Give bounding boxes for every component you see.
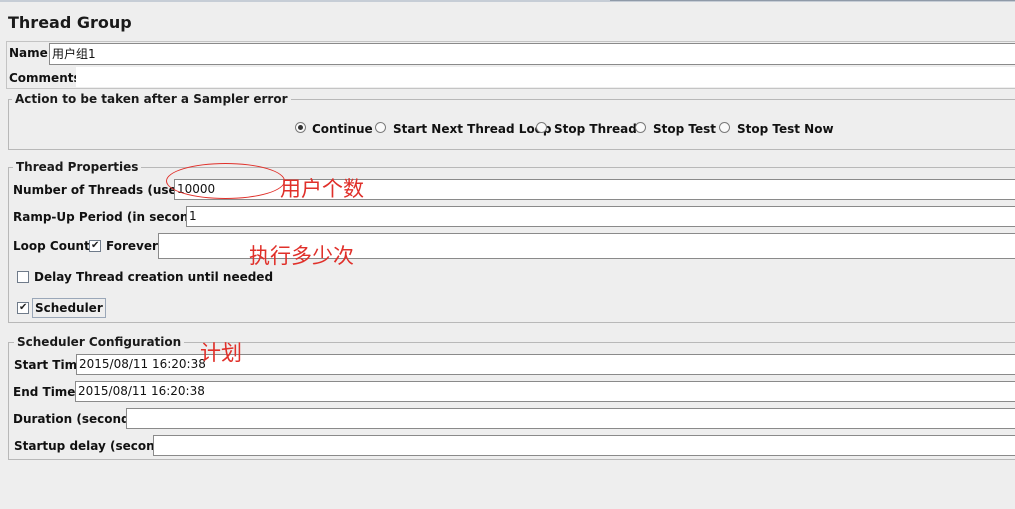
page-title: Thread Group bbox=[8, 13, 132, 32]
scheduler-label[interactable]: Scheduler bbox=[32, 298, 106, 318]
radio-stop-thread[interactable] bbox=[536, 122, 547, 136]
window-top-border-right bbox=[610, 0, 1015, 1]
rampup-field[interactable]: 1 bbox=[186, 206, 1015, 227]
scheduler-checkbox-indicator[interactable] bbox=[17, 302, 29, 314]
end-time-label: End Time bbox=[13, 385, 76, 399]
delay-thread-checkbox[interactable] bbox=[17, 271, 29, 286]
delay-thread-label[interactable]: Delay Thread creation until needed bbox=[34, 270, 273, 284]
radio-stop-test-indicator[interactable] bbox=[635, 122, 646, 133]
duration-label: Duration (seconds) bbox=[13, 412, 143, 426]
radio-start-next-thread-loop-indicator[interactable] bbox=[375, 122, 386, 133]
loop-count-label: Loop Count: bbox=[13, 239, 95, 253]
radio-continue[interactable] bbox=[295, 122, 306, 136]
rampup-label: Ramp-Up Period (in seconds): bbox=[13, 210, 215, 224]
radio-start-next-thread-loop[interactable] bbox=[375, 122, 386, 136]
end-time-field[interactable]: 2015/08/11 16:20:38 bbox=[75, 381, 1015, 402]
comments-label: Comments: bbox=[9, 71, 86, 85]
radio-continue-label[interactable]: Continue bbox=[312, 122, 373, 136]
annotation-plan: 计划 bbox=[200, 341, 242, 365]
radio-start-next-thread-loop-label[interactable]: Start Next Thread Loop bbox=[393, 122, 552, 136]
sampler-error-title: Action to be taken after a Sampler error bbox=[12, 92, 291, 106]
name-field[interactable]: 用户组1 bbox=[49, 43, 1015, 65]
radio-stop-test-now[interactable] bbox=[719, 122, 730, 136]
thread-properties-title: Thread Properties bbox=[13, 160, 142, 174]
radio-stop-thread-label[interactable]: Stop Thread bbox=[554, 122, 637, 136]
annotation-loops: 执行多少次 bbox=[249, 244, 354, 268]
startup-delay-label: Startup delay (seconds) bbox=[14, 439, 176, 453]
radio-stop-test-label[interactable]: Stop Test bbox=[653, 122, 716, 136]
delay-thread-checkbox-indicator[interactable] bbox=[17, 271, 29, 283]
scheduler-config-title: Scheduler Configuration bbox=[14, 335, 185, 349]
radio-stop-thread-indicator[interactable] bbox=[536, 122, 547, 133]
radio-stop-test-now-label[interactable]: Stop Test Now bbox=[737, 122, 834, 136]
radio-stop-test[interactable] bbox=[635, 122, 646, 136]
users-highlight-ellipse bbox=[166, 163, 285, 199]
radio-stop-test-now-indicator[interactable] bbox=[719, 122, 730, 133]
forever-checkbox[interactable] bbox=[89, 240, 101, 255]
comments-field[interactable] bbox=[76, 67, 1015, 87]
annotation-users: 用户个数 bbox=[280, 177, 364, 201]
forever-checkbox-indicator[interactable] bbox=[89, 240, 101, 252]
radio-continue-indicator[interactable] bbox=[295, 122, 306, 133]
duration-field[interactable] bbox=[126, 408, 1015, 429]
scheduler-checkbox[interactable] bbox=[17, 302, 29, 317]
name-label: Name: bbox=[9, 46, 53, 60]
startup-delay-field[interactable] bbox=[153, 435, 1015, 456]
start-time-label: Start Time bbox=[14, 358, 86, 372]
forever-label[interactable]: Forever bbox=[106, 239, 158, 253]
